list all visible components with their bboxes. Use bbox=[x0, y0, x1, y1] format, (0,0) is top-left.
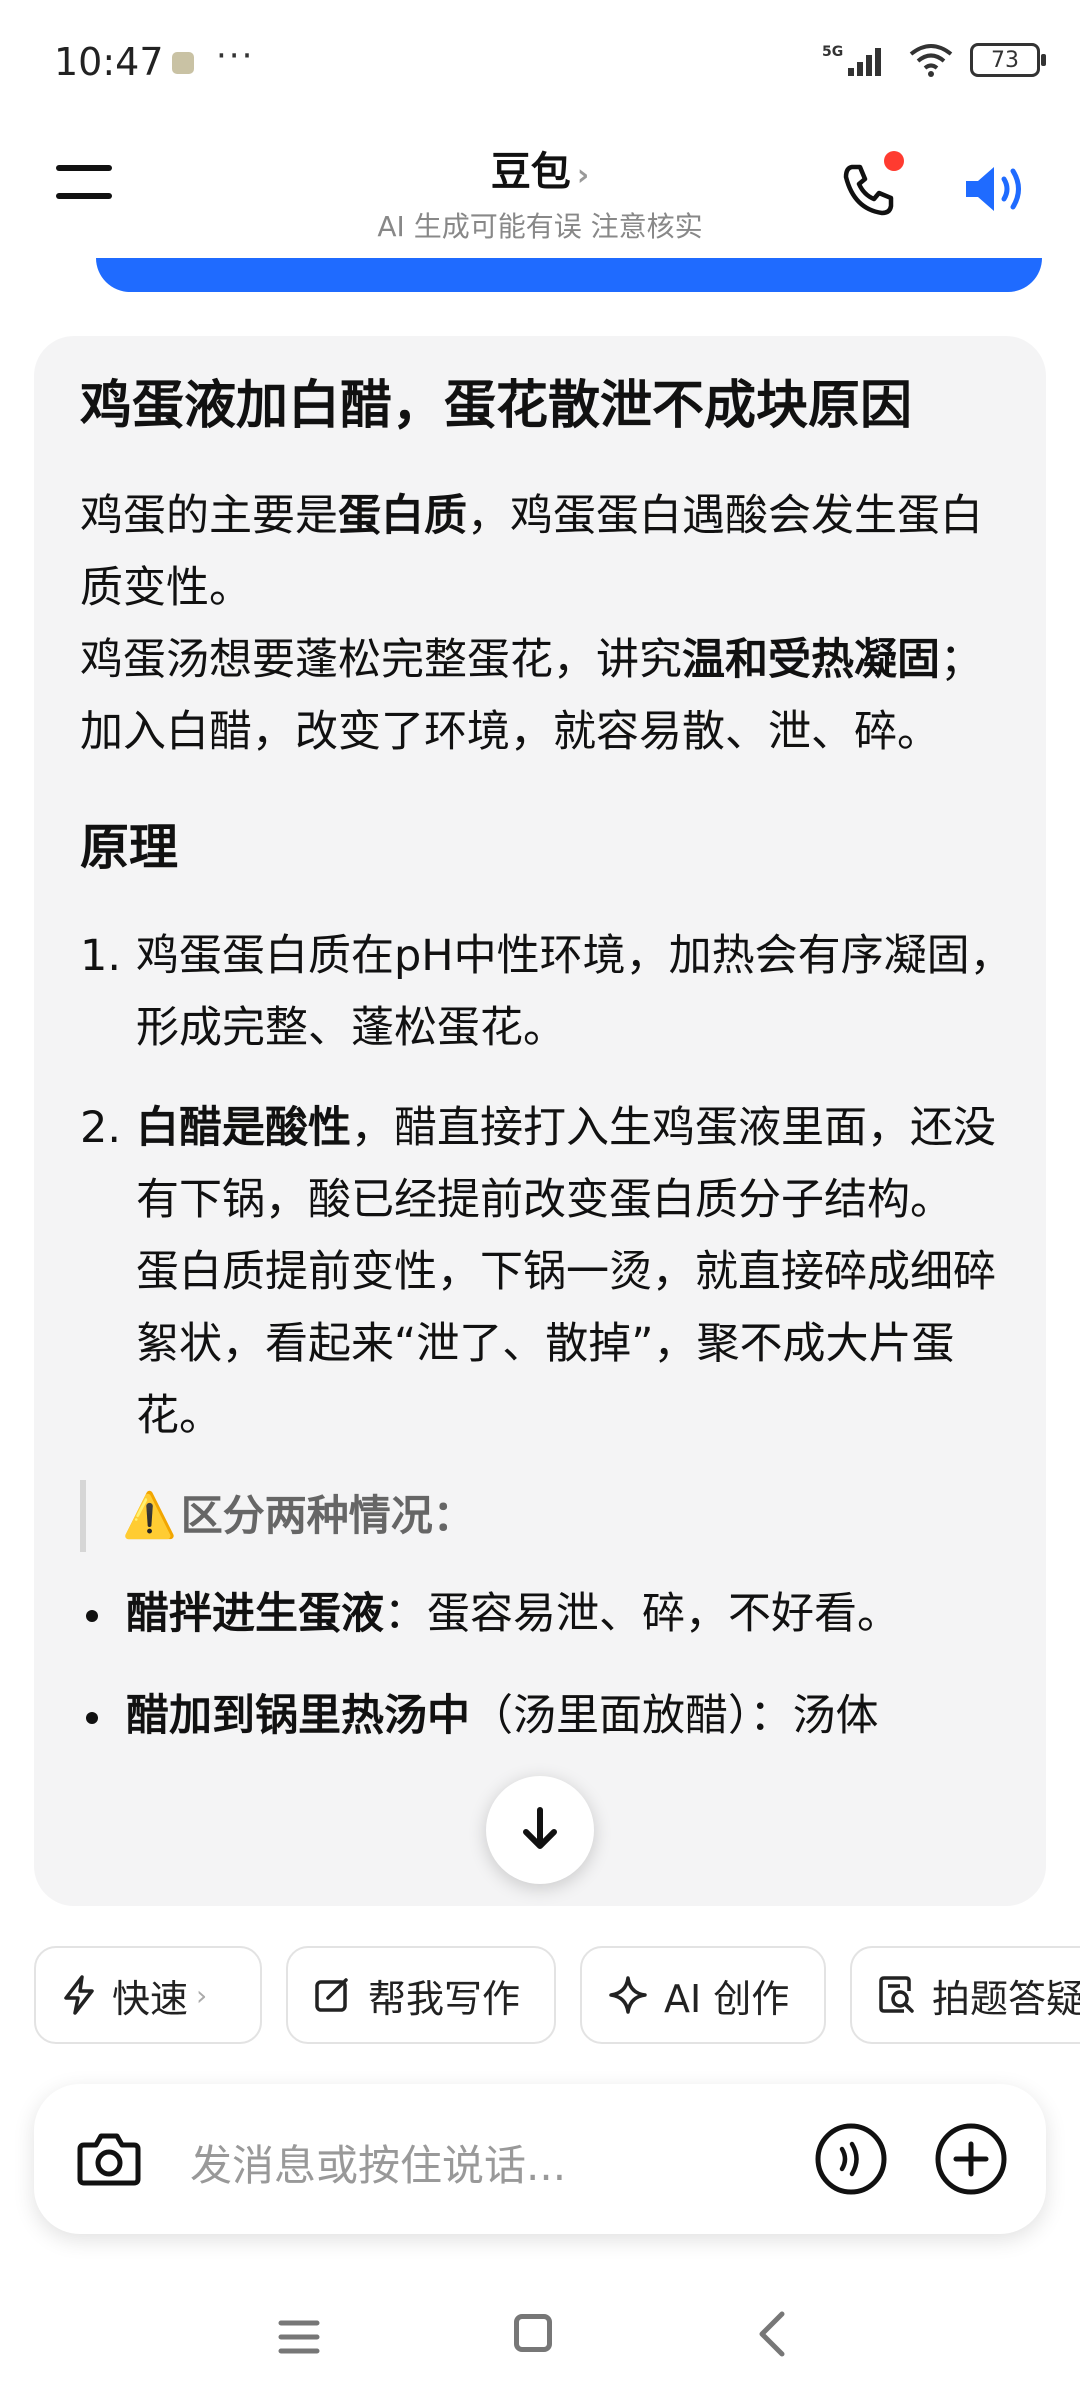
quick-action-label: 快速 bbox=[112, 1976, 189, 2021]
status-time: 10:47 bbox=[54, 40, 164, 84]
assistant-message: 鸡蛋液加白醋，蛋花散泄不成块原因 鸡蛋的主要是蛋白质，鸡蛋蛋白遇酸会发生蛋白质变… bbox=[34, 336, 1046, 1906]
status-bar: 10:47 ··· 5G 73 bbox=[0, 0, 1080, 120]
sparkle-icon bbox=[608, 1975, 648, 2015]
list-item: 醋加到锅里热汤中（汤里面放醋）：汤体 bbox=[80, 1680, 1020, 1752]
disclaimer-text: AI 生成可能有误 注意核实 bbox=[377, 210, 703, 243]
edit-icon bbox=[314, 1976, 352, 2014]
camera-icon[interactable] bbox=[76, 2127, 142, 2191]
notification-app-icon bbox=[172, 52, 194, 74]
quote-text: 区分两种情况： bbox=[180, 1491, 475, 1540]
item2-text-2: 蛋白质提前变性，下锅一烫，就直接碎成细碎絮状，看起来“泄了、散掉”，聚不成大片蛋… bbox=[136, 1247, 996, 1441]
list-number: 2. bbox=[80, 1103, 122, 1153]
system-nav-bar bbox=[0, 2280, 1080, 2400]
item2-bold: 白醋是酸性 bbox=[136, 1103, 351, 1153]
arrow-down-icon bbox=[523, 1807, 557, 1849]
principle-list: 1. 鸡蛋蛋白质在pH中性环境，加热会有序凝固，形成完整、蓬松蛋花。 2. 白醋… bbox=[80, 920, 1020, 1452]
message-input-bar: 发消息或按住说话... bbox=[34, 2084, 1046, 2234]
intro1-text-a: 鸡蛋的主要是 bbox=[80, 491, 338, 541]
chat-title-area: 豆包 › AI 生成可能有误 注意核实 bbox=[0, 139, 1080, 245]
chat-title[interactable]: 豆包 › bbox=[0, 139, 1080, 197]
list-item: 醋拌进生蛋液：蛋容易泄、碎，不好看。 bbox=[80, 1578, 1020, 1650]
intro2-text-a: 鸡蛋汤想要蓬松完整蛋花，讲究 bbox=[80, 635, 682, 685]
message-content: 鸡蛋液加白醋，蛋花散泄不成块原因 鸡蛋的主要是蛋白质，鸡蛋蛋白遇酸会发生蛋白质变… bbox=[80, 366, 1020, 1782]
bullet2-text: （汤里面放醋）：汤体 bbox=[470, 1691, 879, 1741]
more-notifications-icon: ··· bbox=[216, 36, 255, 76]
section-heading: 原理 bbox=[80, 819, 179, 876]
network-label: 5G bbox=[822, 44, 843, 60]
back-icon[interactable] bbox=[752, 2310, 792, 2358]
chevron-right-icon: › bbox=[196, 1978, 208, 2012]
bullet2-bold: 醋加到锅里热汤中 bbox=[126, 1691, 470, 1741]
warning-icon: ⚠️ bbox=[122, 1490, 177, 1541]
quick-actions-bar: 快速 › 帮我写作 AI 创作 拍题答疑 bbox=[34, 1946, 1080, 2048]
intro2-bold: 温和受热凝固 bbox=[682, 635, 940, 685]
chevron-right-icon: › bbox=[576, 158, 590, 193]
signal-icon: 5G bbox=[822, 44, 881, 76]
bullet1-text: ：蛋容易泄、碎，不好看。 bbox=[384, 1589, 900, 1639]
quick-action-label: AI 创作 bbox=[664, 1976, 790, 2021]
intro-paragraph-2: 鸡蛋汤想要蓬松完整蛋花，讲究温和受热凝固；加入白醋，改变了环境，就容易散、泄、碎… bbox=[80, 624, 1020, 768]
quick-action-label: 帮我写作 bbox=[368, 1976, 521, 2021]
home-icon[interactable] bbox=[514, 2314, 552, 2352]
bullet1-bold: 醋拌进生蛋液 bbox=[126, 1589, 384, 1639]
list-item: 2. 白醋是酸性，醋直接打入生鸡蛋液里面，还没有下锅，酸已经提前改变蛋白质分子结… bbox=[80, 1092, 1020, 1452]
quick-action-label: 拍题答疑 bbox=[932, 1976, 1080, 2021]
scroll-to-bottom-button[interactable] bbox=[486, 1776, 594, 1884]
chat-title-text: 豆包 bbox=[490, 149, 571, 195]
list-item: 1. 鸡蛋蛋白质在pH中性环境，加热会有序凝固，形成完整、蓬松蛋花。 bbox=[80, 920, 1020, 1064]
intro1-bold: 蛋白质 bbox=[338, 491, 467, 541]
intro-paragraph-1: 鸡蛋的主要是蛋白质，鸡蛋蛋白遇酸会发生蛋白质变性。 bbox=[80, 480, 1020, 624]
quick-action-writing[interactable]: 帮我写作 bbox=[286, 1946, 556, 2044]
voice-call-icon[interactable] bbox=[814, 2122, 888, 2196]
wifi-icon bbox=[909, 44, 953, 77]
plus-icon[interactable] bbox=[934, 2122, 1008, 2196]
lightning-icon bbox=[62, 1975, 96, 2015]
status-right: 5G 73 bbox=[822, 42, 1046, 78]
blockquote: ⚠️区分两种情况： bbox=[80, 1480, 1020, 1552]
previous-message-bubble bbox=[96, 258, 1042, 292]
message-input[interactable]: 发消息或按住说话... bbox=[190, 2132, 566, 2193]
quick-action-photo-answer[interactable]: 拍题答疑 bbox=[850, 1946, 1080, 2044]
bullet-list: 醋拌进生蛋液：蛋容易泄、碎，不好看。 醋加到锅里热汤中（汤里面放醋）：汤体 bbox=[80, 1578, 1020, 1752]
item1-text: 鸡蛋蛋白质在pH中性环境，加热会有序凝固，形成完整、蓬松蛋花。 bbox=[136, 931, 1013, 1053]
battery-indicator: 73 bbox=[970, 43, 1046, 77]
recent-apps-icon[interactable] bbox=[278, 2318, 320, 2356]
message-title: 鸡蛋液加白醋，蛋花散泄不成块原因 bbox=[80, 376, 913, 436]
photo-search-icon bbox=[878, 1975, 916, 2015]
chat-header: 豆包 › AI 生成可能有误 注意核实 bbox=[0, 125, 1080, 255]
quick-action-fast[interactable]: 快速 › bbox=[34, 1946, 262, 2044]
quick-action-ai-create[interactable]: AI 创作 bbox=[580, 1946, 826, 2044]
list-number: 1. bbox=[80, 931, 122, 981]
notification-dot bbox=[884, 151, 904, 171]
speaker-icon[interactable] bbox=[960, 159, 1032, 219]
